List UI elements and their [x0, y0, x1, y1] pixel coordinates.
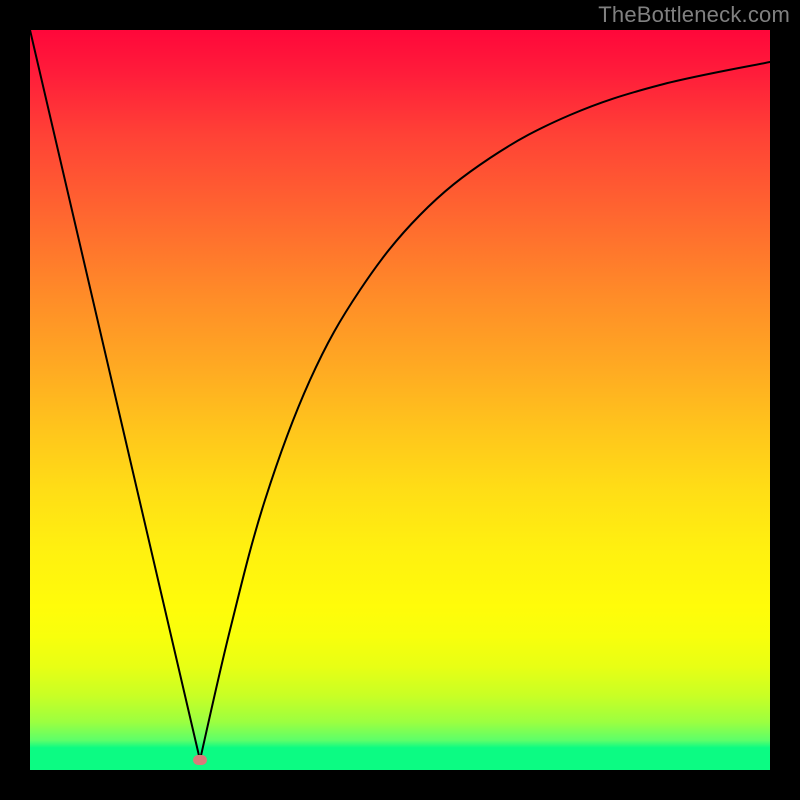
chart-frame: TheBottleneck.com [0, 0, 800, 800]
watermark-text: TheBottleneck.com [598, 2, 790, 28]
curve-svg [30, 30, 770, 770]
plot-area [30, 30, 770, 770]
bottleneck-curve [30, 30, 770, 760]
minimum-marker [193, 755, 207, 765]
